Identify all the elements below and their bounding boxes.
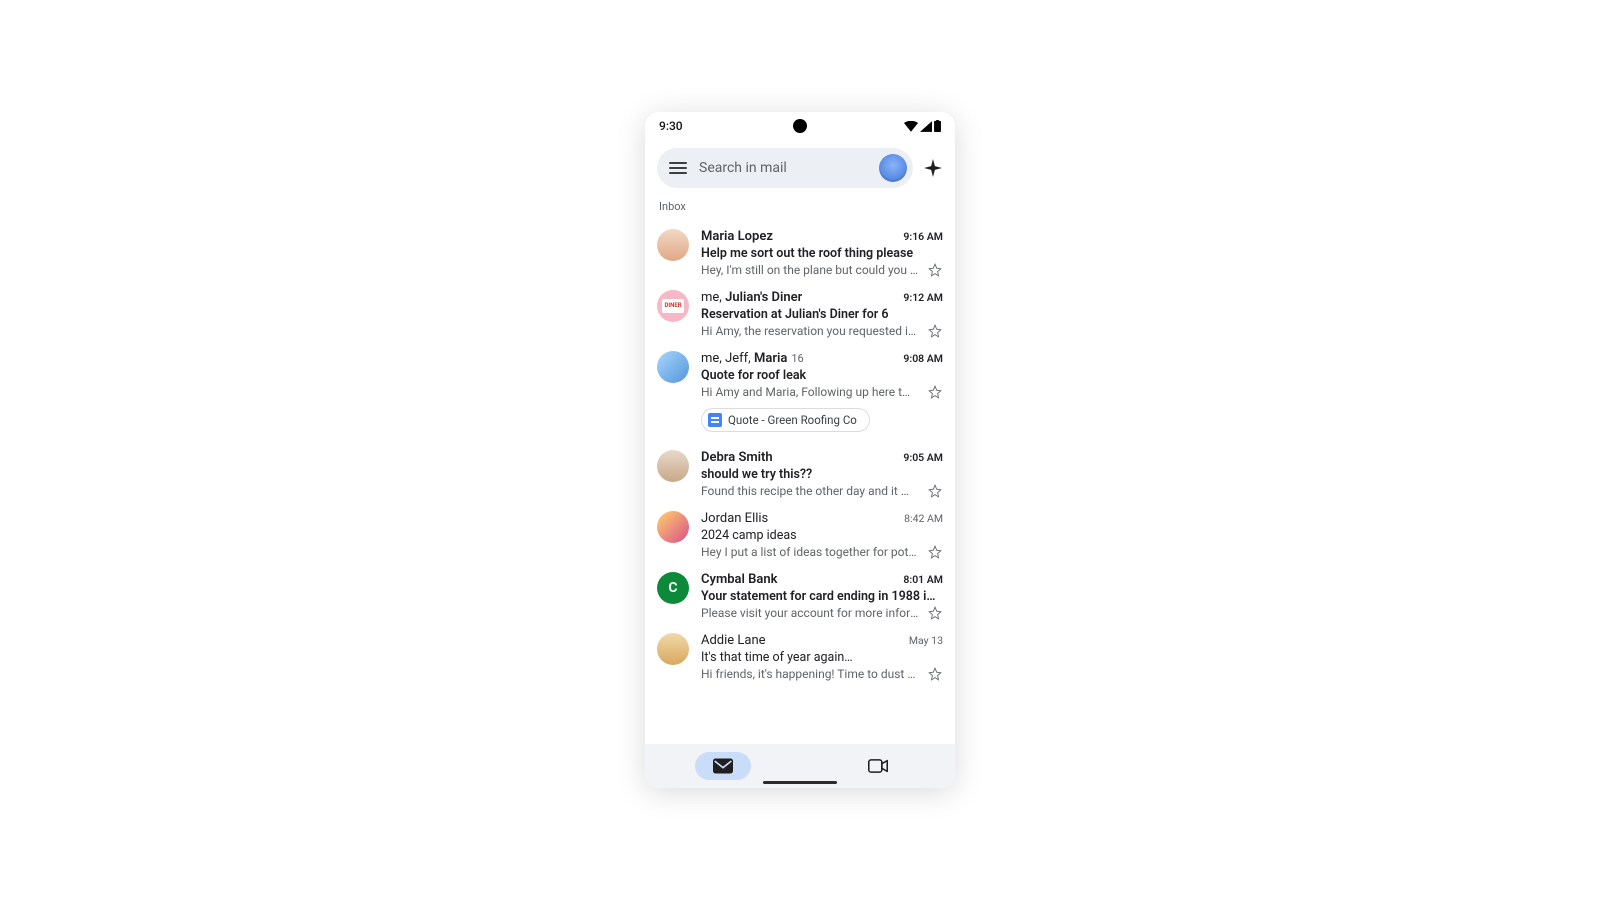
email-subject: should we try this?? (701, 467, 943, 482)
sender-name: Debra Smith (701, 450, 773, 465)
email-snippet: Found this recipe the other day and it m… (701, 484, 919, 498)
search-placeholder: Search in mail (699, 160, 867, 176)
star-icon[interactable] (927, 666, 943, 682)
nav-meet[interactable] (850, 752, 906, 780)
attachment-label: Quote - Green Roofing Co (728, 413, 857, 427)
phone-frame: 9:30 Search in mail Inbox Maria Lopez 9:… (645, 112, 955, 788)
bottom-nav (645, 744, 955, 788)
email-subject: Help me sort out the roof thing please (701, 246, 943, 261)
mail-icon (713, 758, 733, 774)
email-subject: Quote for roof leak (701, 368, 943, 383)
account-avatar[interactable] (879, 154, 907, 182)
email-snippet: Hi friends, it's happening! Time to dust… (701, 667, 919, 681)
home-indicator[interactable] (763, 781, 837, 784)
email-row[interactable]: C Cymbal Bank 8:01 AM Your statement for… (645, 564, 955, 625)
sender-avatar[interactable]: C (657, 572, 689, 604)
sender-name: me, Jeff, Maria16 (701, 351, 804, 366)
star-icon[interactable] (927, 262, 943, 278)
star-icon[interactable] (927, 483, 943, 499)
sender-avatar[interactable] (657, 511, 689, 543)
email-snippet: Hi Amy and Maria, Following up here t… (701, 385, 919, 399)
email-row[interactable]: Maria Lopez 9:16 AM Help me sort out the… (645, 221, 955, 282)
email-snippet: Hi Amy, the reservation you requested is… (701, 324, 919, 338)
star-icon[interactable] (927, 605, 943, 621)
statusbar: 9:30 (645, 112, 955, 140)
sender-name: Maria Lopez (701, 229, 773, 244)
email-subject: Your statement for card ending in 1988 i… (701, 589, 943, 604)
star-icon[interactable] (927, 384, 943, 400)
email-time: 8:01 AM (903, 573, 943, 586)
status-icons (881, 120, 941, 132)
sender-name: me, Julian's Diner (701, 290, 802, 305)
email-row[interactable]: Debra Smith 9:05 AM should we try this??… (645, 442, 955, 503)
star-icon[interactable] (927, 544, 943, 560)
sender-avatar[interactable] (657, 633, 689, 665)
email-time: 9:16 AM (903, 230, 943, 243)
wifi-icon (904, 121, 918, 132)
email-list[interactable]: Maria Lopez 9:16 AM Help me sort out the… (645, 221, 955, 744)
sender-avatar[interactable] (657, 351, 689, 383)
docs-icon (708, 413, 722, 427)
nav-mail[interactable] (695, 752, 751, 780)
sender-avatar[interactable]: DINER (657, 290, 689, 322)
menu-icon[interactable] (669, 162, 687, 174)
sender-avatar[interactable] (657, 450, 689, 482)
sender-name: Cymbal Bank (701, 572, 778, 587)
email-row[interactable]: Jordan Ellis 8:42 AM 2024 camp ideas Hey… (645, 503, 955, 564)
email-snippet: Hey I put a list of ideas together for p… (701, 545, 919, 559)
email-row[interactable]: DINER me, Julian's Diner 9:12 AM Reserva… (645, 282, 955, 343)
front-camera-dot (793, 119, 807, 133)
email-time: 8:42 AM (904, 512, 943, 525)
attachment-row: Quote - Green Roofing Co (645, 404, 955, 442)
sender-avatar[interactable] (657, 229, 689, 261)
cell-signal-icon (920, 121, 932, 132)
email-subject: Reservation at Julian's Diner for 6 (701, 307, 943, 322)
sender-name: Jordan Ellis (701, 511, 768, 526)
email-time: 9:05 AM (903, 451, 943, 464)
sender-name: Addie Lane (701, 633, 766, 648)
inbox-label: Inbox (645, 196, 955, 221)
email-row[interactable]: Addie Lane May 13 It's that time of year… (645, 625, 955, 686)
status-time: 9:30 (659, 119, 719, 133)
email-subject: 2024 camp ideas (701, 528, 943, 543)
search-row: Search in mail (645, 140, 955, 196)
gemini-sparkle-icon[interactable] (923, 158, 943, 178)
attachment-chip[interactable]: Quote - Green Roofing Co (701, 408, 870, 432)
email-subject: It's that time of year again… (701, 650, 943, 665)
email-snippet: Please visit your account for more infor… (701, 606, 919, 620)
email-time: May 13 (909, 634, 943, 647)
search-bar[interactable]: Search in mail (657, 148, 913, 188)
email-row[interactable]: me, Jeff, Maria16 9:08 AM Quote for roof… (645, 343, 955, 404)
battery-icon (934, 120, 941, 132)
star-icon[interactable] (927, 323, 943, 339)
email-time: 9:12 AM (903, 291, 943, 304)
email-time: 9:08 AM (903, 352, 943, 365)
video-icon (868, 758, 888, 774)
email-snippet: Hey, I'm still on the plane but could yo… (701, 263, 919, 277)
